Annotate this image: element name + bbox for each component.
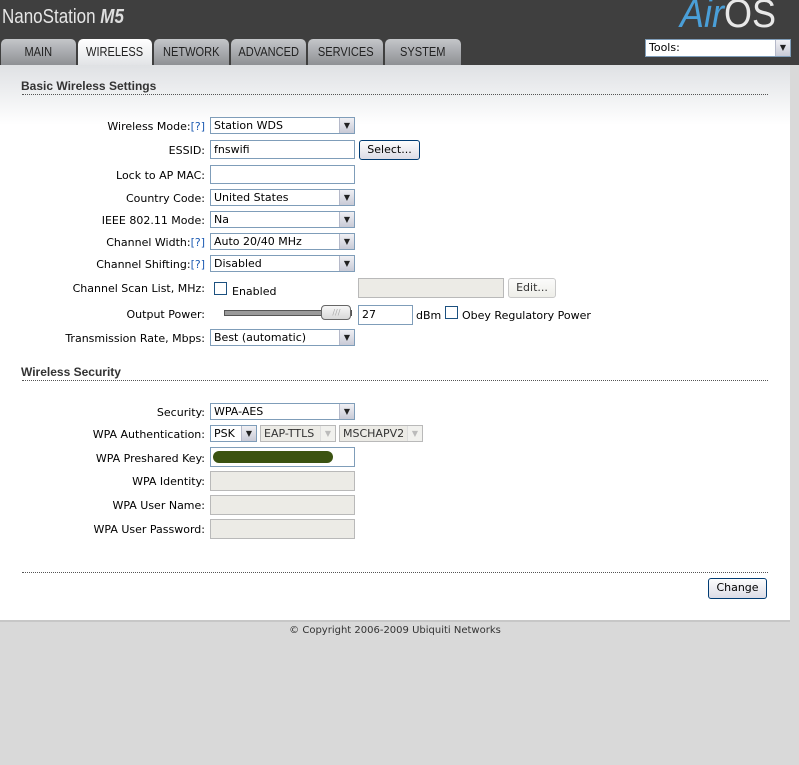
select-value: EAP-TTLS	[264, 427, 315, 440]
tab-advanced[interactable]: ADVANCED	[231, 39, 306, 65]
header-bar: NanoStation M5 AirOS MAIN WIRELESS NETWO…	[0, 0, 799, 65]
select-value: MSCHAPV2	[343, 427, 405, 440]
channel-shifting-select[interactable]: Disabled ▼	[210, 255, 355, 272]
scan-list-label: Channel Scan List, MHz:	[72, 282, 205, 295]
wireless-mode-label: Wireless Mode:[?]	[107, 120, 205, 133]
select-value: PSK	[214, 427, 235, 440]
obey-regulatory-checkbox[interactable]	[445, 306, 458, 319]
label-text: Channel Shifting:	[96, 258, 191, 271]
select-value: WPA-AES	[214, 405, 264, 418]
logo-air: Air	[680, 0, 725, 36]
select-value: Auto 20/40 MHz	[214, 235, 302, 248]
channel-width-label: Channel Width:[?]	[106, 236, 205, 249]
select-value: Station WDS	[214, 119, 283, 132]
help-link[interactable]: [?]	[191, 236, 205, 249]
product-model: M5	[100, 6, 124, 28]
chevron-down-icon: ▼	[339, 234, 354, 249]
essid-label: ESSID:	[168, 144, 205, 157]
select-value: United States	[214, 191, 289, 204]
edit-scan-list-button[interactable]: Edit...	[508, 278, 556, 298]
tab-label: SERVICES	[317, 44, 374, 59]
section-title-basic: Basic Wireless Settings	[21, 79, 157, 93]
help-link[interactable]: [?]	[191, 120, 205, 133]
logo-os: OS	[724, 0, 777, 36]
wpa-username-input[interactable]	[210, 495, 355, 515]
output-power-input[interactable]: 27	[358, 305, 413, 325]
label-text: Channel Width:	[106, 236, 191, 249]
help-link[interactable]: [?]	[191, 258, 205, 271]
ieee-mode-select[interactable]: Na ▼	[210, 211, 355, 228]
wpa-auth-select[interactable]: PSK ▼	[210, 425, 257, 442]
wpa-identity-input[interactable]	[210, 471, 355, 491]
tab-main[interactable]: MAIN	[1, 39, 76, 65]
chevron-down-icon: ▼	[339, 190, 354, 205]
select-value: Disabled	[214, 257, 262, 270]
divider	[22, 94, 768, 95]
wpa-username-label: WPA User Name:	[112, 499, 205, 512]
chevron-down-icon: ▼	[339, 256, 354, 271]
security-select[interactable]: WPA-AES ▼	[210, 403, 355, 420]
scan-list-enabled-checkbox[interactable]	[214, 282, 227, 295]
tab-label: SYSTEM	[400, 44, 446, 59]
wpa-password-input[interactable]	[210, 519, 355, 539]
masked-key	[213, 451, 333, 463]
tx-rate-select[interactable]: Best (automatic) ▼	[210, 329, 355, 346]
tab-services[interactable]: SERVICES	[308, 39, 383, 65]
channel-shifting-label: Channel Shifting:[?]	[96, 258, 205, 271]
select-ssid-button[interactable]: Select...	[359, 140, 420, 160]
tab-system[interactable]: SYSTEM	[385, 39, 461, 65]
wpa-auth-label: WPA Authentication:	[92, 428, 205, 441]
chevron-down-icon: ▼	[339, 330, 354, 345]
essid-input[interactable]: fnswifi	[210, 140, 355, 159]
tab-label: ADVANCED	[238, 44, 299, 59]
product-logo: NanoStation M5	[2, 6, 124, 29]
wpa-identity-label: WPA Identity:	[132, 475, 205, 488]
output-power-label: Output Power:	[126, 308, 205, 321]
section-title-security: Wireless Security	[21, 365, 121, 379]
psk-input[interactable]	[210, 447, 355, 467]
tab-label: MAIN	[24, 44, 53, 59]
chevron-down-icon: ▼	[339, 212, 354, 227]
channel-width-select[interactable]: Auto 20/40 MHz ▼	[210, 233, 355, 250]
country-code-select[interactable]: United States ▼	[210, 189, 355, 206]
tab-label: NETWORK	[163, 44, 220, 59]
divider	[22, 380, 768, 381]
wireless-mode-select[interactable]: Station WDS ▼	[210, 117, 355, 134]
tools-value: Tools:	[649, 41, 680, 54]
country-code-label: Country Code:	[125, 192, 205, 205]
chevron-down-icon: ▼	[339, 118, 354, 133]
chevron-down-icon: ▼	[320, 426, 335, 441]
label-text: Wireless Mode:	[107, 120, 191, 133]
tab-wireless[interactable]: WIRELESS	[78, 39, 152, 65]
ieee-mode-label: IEEE 802.11 Mode:	[101, 214, 205, 227]
psk-label: WPA Preshared Key:	[95, 452, 205, 465]
airos-logo: AirOS	[680, 0, 776, 37]
lock-ap-mac-input[interactable]	[210, 165, 355, 184]
tab-network[interactable]: NETWORK	[154, 39, 229, 65]
select-value: Na	[214, 213, 229, 226]
obey-regulatory-label: Obey Regulatory Power	[462, 309, 591, 322]
inner-auth-select[interactable]: MSCHAPV2 ▼	[339, 425, 423, 442]
slider-handle[interactable]: ///	[321, 305, 352, 320]
tx-rate-label: Transmission Rate, Mbps:	[65, 332, 205, 345]
eap-method-select[interactable]: EAP-TTLS ▼	[260, 425, 336, 442]
lock-ap-mac-label: Lock to AP MAC:	[116, 169, 205, 182]
tools-select[interactable]: Tools: ▼	[645, 39, 791, 57]
product-name: NanoStation	[2, 6, 96, 28]
chevron-down-icon: ▼	[241, 426, 256, 441]
chevron-down-icon: ▼	[775, 40, 790, 56]
divider	[22, 572, 768, 573]
change-button[interactable]: Change	[708, 578, 767, 599]
chevron-down-icon: ▼	[407, 426, 422, 441]
dbm-unit: dBm	[416, 309, 442, 322]
tab-label: WIRELESS	[86, 44, 144, 59]
scan-list-input[interactable]	[358, 278, 504, 298]
chevron-down-icon: ▼	[339, 404, 354, 419]
wpa-password-label: WPA User Password:	[93, 523, 205, 536]
copyright: © Copyright 2006-2009 Ubiquiti Networks	[289, 625, 501, 636]
select-value: Best (automatic)	[214, 331, 307, 344]
security-label: Security:	[156, 406, 205, 419]
scan-list-enabled-label: Enabled	[232, 285, 277, 298]
